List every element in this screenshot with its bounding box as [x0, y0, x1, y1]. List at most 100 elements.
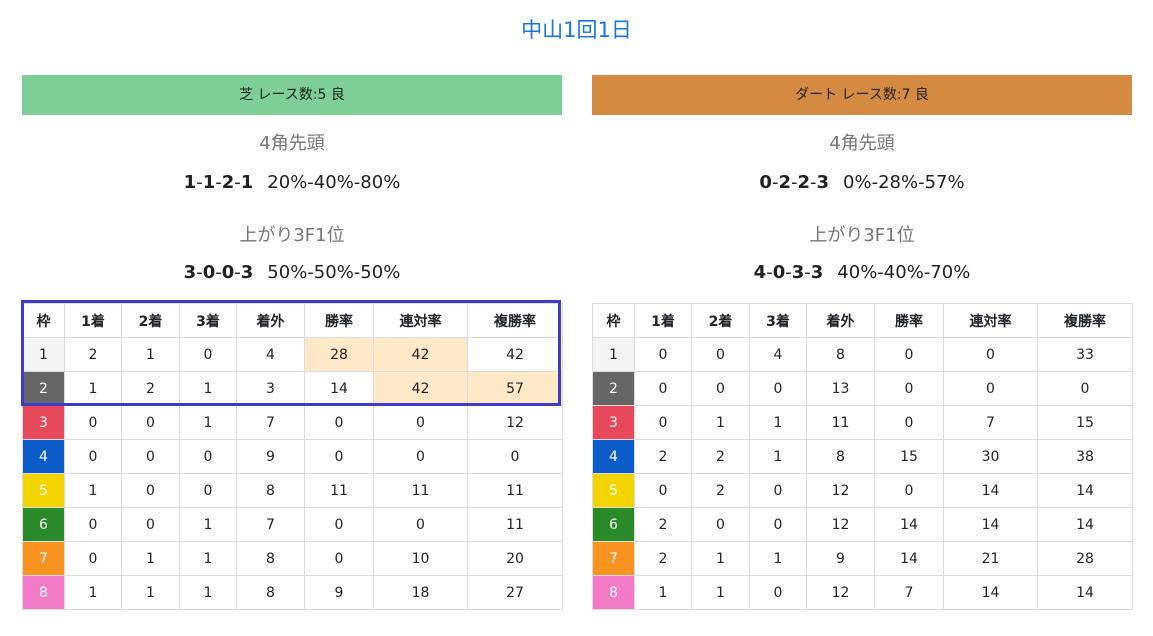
column-header: 枠	[22, 303, 65, 338]
table-cell: 1	[64, 473, 122, 508]
table-cell: 11	[304, 473, 374, 508]
column-header: 着外	[806, 303, 875, 338]
waku-number-cell: 6	[592, 507, 635, 542]
table-cell: 2	[121, 371, 180, 406]
table-row: 1 2 1 0 4 28 42 42	[22, 337, 563, 372]
table-cell: 0	[943, 371, 1038, 406]
table-row: 7 2 1 1 9 14 21 28	[592, 541, 1133, 576]
table-cell: 0	[64, 507, 122, 542]
table-cell: 0	[943, 337, 1038, 372]
table-row: 3 0 1 1 11 0 7 15	[592, 405, 1133, 440]
table-cell: 57	[467, 371, 563, 406]
table-cell: 7	[874, 575, 944, 610]
table-cell: 1	[749, 405, 807, 440]
table-cell: 0	[467, 439, 563, 474]
table-row: 3 0 0 1 7 0 0 12	[22, 405, 563, 440]
table-cell: 0	[373, 405, 468, 440]
waku-number-cell: 8	[22, 575, 65, 610]
column-header: 複勝率	[467, 303, 563, 338]
table-cell: 1	[749, 439, 807, 474]
table-cell: 0	[304, 507, 374, 542]
table-row: 8 1 1 1 8 9 18 27	[22, 575, 563, 610]
table-cell: 12	[806, 507, 875, 542]
table-cell: 0	[179, 439, 237, 474]
table-cell: 0	[749, 473, 807, 508]
column-header: 枠	[592, 303, 635, 338]
table-cell: 1	[749, 541, 807, 576]
table-cell: 11	[373, 473, 468, 508]
waku-number-cell: 6	[22, 507, 65, 542]
dirt-stat1-n1: 0	[759, 172, 772, 193]
table-cell: 8	[806, 439, 875, 474]
table-cell: 1	[179, 371, 237, 406]
table-cell: 27	[467, 575, 563, 610]
table-cell: 4	[749, 337, 807, 372]
table-cell: 7	[943, 405, 1038, 440]
dirt-stat2-n3: 3	[791, 262, 805, 283]
table-cell: 0	[874, 473, 944, 508]
waku-number-cell: 8	[592, 575, 635, 610]
turf-stat1-label: 4角先頭	[259, 133, 325, 154]
table-cell: 0	[634, 337, 692, 372]
table-cell: 12	[806, 473, 875, 508]
table-cell: 0	[304, 541, 374, 576]
dirt-table-body: 1 0 0 4 8 0 0 33 2 0 0 0 13 0 0 0 3 0 1 1 11 0 7 15 4 2 2 1 8 15 30 38 5…	[592, 337, 1133, 610]
waku-number-cell: 3	[592, 405, 635, 440]
dirt-stat2-label: 上がり3F1位	[809, 225, 915, 246]
table-cell: 0	[634, 371, 692, 406]
table-cell: 1	[179, 405, 237, 440]
table-cell: 0	[1037, 371, 1133, 406]
table-row: 8 1 1 0 12 7 14 14	[592, 575, 1133, 610]
table-cell: 8	[806, 337, 875, 372]
turf-stat2-line: 3-0-0-3 50%-50%-50%	[183, 262, 401, 283]
table-cell: 0	[691, 337, 750, 372]
turf-table-body: 1 2 1 0 4 28 42 42 2 1 2 1 3 14 42 57 3 0 0 1 7 0 0 12 4 0 0 0 9 0 0 0 5…	[22, 337, 563, 610]
column-header: 連対率	[943, 303, 1038, 338]
table-cell: 1	[179, 541, 237, 576]
waku-number-cell: 2	[22, 371, 65, 406]
table-cell: 18	[373, 575, 468, 610]
table-row: 40009000	[22, 439, 563, 474]
waku-number-cell: 1	[592, 337, 635, 372]
table-cell: 12	[806, 575, 875, 610]
table-cell: 1	[121, 575, 180, 610]
table-row: 5 1 0 0 8 11 11 11	[22, 473, 563, 508]
turf-stat1-n3: 2	[221, 172, 235, 193]
table-cell: 8	[236, 541, 305, 576]
table-cell: 1	[691, 405, 750, 440]
table-cell: 1	[64, 575, 122, 610]
table-cell: 0	[874, 405, 944, 440]
waku-number-cell: 1	[22, 337, 65, 372]
table-cell: 1	[64, 371, 122, 406]
dirt-stat2-n1: 4	[753, 262, 767, 283]
table-cell: 2	[691, 439, 750, 474]
column-header: 着外	[236, 303, 305, 338]
table-cell: 1	[634, 575, 692, 610]
dirt-stat1-n4: 3	[816, 172, 830, 193]
column-header: 2着	[691, 303, 750, 338]
table-cell: 0	[874, 337, 944, 372]
table-cell: 14	[943, 473, 1038, 508]
table-cell: 21	[943, 541, 1038, 576]
table-cell: 8	[236, 575, 305, 610]
table-cell: 1	[691, 575, 750, 610]
table-cell: 2	[634, 439, 692, 474]
table-cell: 14	[943, 507, 1038, 542]
column-header: 連対率	[373, 303, 468, 338]
column-header: 勝率	[304, 303, 374, 338]
table-row: 2 1 2 1 3 14 42 57	[22, 371, 563, 406]
turf-panel: 芝 レース数:5 良 4角先頭 1-1-2-1 20%-40%-80% 上がり3F…	[22, 75, 562, 286]
turf-stat2-n1: 3	[183, 262, 197, 283]
table-cell: 9	[806, 541, 875, 576]
table-cell: 0	[373, 439, 468, 474]
table-cell: 2	[691, 473, 750, 508]
table-cell: 0	[691, 507, 750, 542]
column-header: 勝率	[874, 303, 944, 338]
table-cell: 14	[1037, 575, 1133, 610]
table-row: 6 0 0 1 7 0 0 11	[22, 507, 563, 542]
table-cell: 8	[236, 473, 305, 508]
table-cell: 0	[121, 507, 180, 542]
dirt-table: 枠 1着 2着 3着 着外 勝率 連対率 複勝率 1 0 0 4 8 0 0 33 2 0 0 0 13 0 0 0 3 0 1 1…	[592, 303, 1133, 610]
column-header: 3着	[749, 303, 807, 338]
table-row: 6 2 0 0 12 14 14 14	[592, 507, 1133, 542]
